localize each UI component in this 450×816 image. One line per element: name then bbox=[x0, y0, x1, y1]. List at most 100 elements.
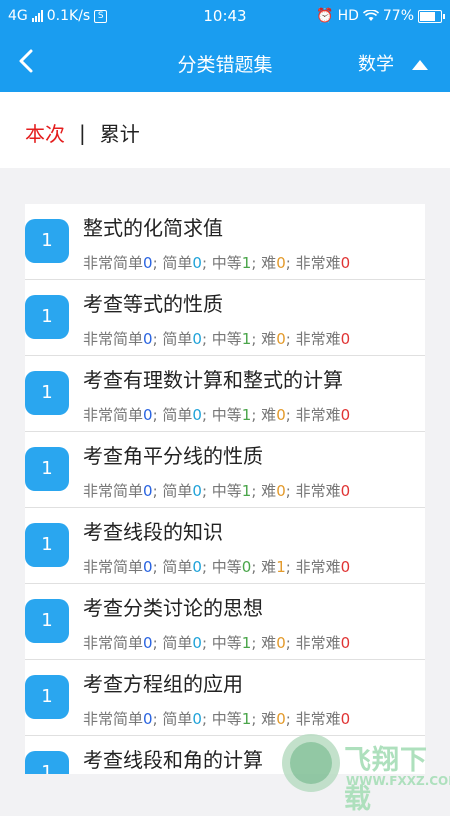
stat-label-easy: 简单 bbox=[162, 254, 193, 272]
list-item[interactable]: 1 考查方程组的应用 非常简单0; 简单0; 中等1; 难0; 非常难0 bbox=[25, 660, 425, 736]
stat-label-very-hard: 非常难 bbox=[295, 406, 341, 424]
stat-label-medium: 中等 bbox=[211, 330, 242, 348]
status-left: 4G 0.1K/s S bbox=[8, 8, 178, 24]
stat-value-medium: 1 bbox=[241, 254, 252, 272]
item-title: 考查有理数计算和整式的计算 bbox=[83, 368, 343, 392]
mistake-category-list: 1 整式的化简求值 非常简单0; 简单0; 中等1; 难0; 非常难0 1 考查等式的性… bbox=[25, 204, 425, 774]
stat-value-very-hard: 0 bbox=[340, 482, 351, 500]
stat-separator: ; bbox=[285, 330, 296, 348]
stat-label-very-easy: 非常简单 bbox=[83, 406, 144, 424]
stat-label-hard: 难 bbox=[261, 558, 277, 576]
stat-label-medium: 中等 bbox=[211, 634, 242, 652]
stat-label-easy: 简单 bbox=[162, 634, 193, 652]
status-right: ⏰ HD 77% bbox=[272, 8, 445, 24]
stat-label-medium: 中等 bbox=[211, 254, 242, 272]
network-type: 4G bbox=[8, 8, 28, 24]
status-time: 10:43 bbox=[203, 7, 247, 25]
stat-label-very-hard: 非常难 bbox=[295, 482, 341, 500]
stat-value-very-easy: 0 bbox=[143, 406, 153, 424]
stat-label-very-easy: 非常简单 bbox=[83, 634, 144, 652]
stat-label-very-easy: 非常简单 bbox=[83, 482, 144, 500]
stat-value-hard: 0 bbox=[276, 254, 286, 272]
stat-label-hard: 难 bbox=[261, 634, 277, 652]
stat-value-hard: 0 bbox=[276, 330, 286, 348]
stat-label-medium: 中等 bbox=[211, 406, 242, 424]
stat-value-hard: 0 bbox=[276, 634, 286, 652]
stat-label-very-easy: 非常简单 bbox=[83, 330, 144, 348]
stat-separator: ; bbox=[251, 406, 262, 424]
stat-label-medium: 中等 bbox=[211, 558, 242, 576]
stat-value-very-easy: 0 bbox=[143, 482, 153, 500]
count-badge: 1 bbox=[25, 371, 69, 415]
stat-label-easy: 简单 bbox=[162, 482, 193, 500]
list-item[interactable]: 1 考查角平分线的性质 非常简单0; 简单0; 中等1; 难0; 非常难0 bbox=[25, 432, 425, 508]
stat-value-very-easy: 0 bbox=[143, 710, 153, 728]
stat-label-very-hard: 非常难 bbox=[295, 558, 341, 576]
stat-value-hard: 0 bbox=[276, 406, 286, 424]
list-item[interactable]: 1 考查分类讨论的思想 非常简单0; 简单0; 中等1; 难0; 非常难0 bbox=[25, 584, 425, 660]
stat-value-very-hard: 0 bbox=[340, 406, 351, 424]
stat-label-hard: 难 bbox=[261, 482, 277, 500]
stat-separator: ; bbox=[251, 482, 262, 500]
stat-separator: ; bbox=[201, 558, 212, 576]
alarm-icon: ⏰ bbox=[316, 8, 334, 24]
stat-value-medium: 1 bbox=[241, 710, 252, 728]
list-item[interactable]: 1 考查等式的性质 非常简单0; 简单0; 中等1; 难0; 非常难0 bbox=[25, 280, 425, 356]
stat-separator: ; bbox=[285, 482, 296, 500]
stat-separator: ; bbox=[285, 254, 296, 272]
stat-value-easy: 0 bbox=[192, 710, 202, 728]
stat-separator: ; bbox=[201, 406, 212, 424]
list-item[interactable]: 1 考查有理数计算和整式的计算 非常简单0; 简单0; 中等1; 难0; 非常难0 bbox=[25, 356, 425, 432]
stat-separator: ; bbox=[201, 710, 212, 728]
notification-s-icon: S bbox=[94, 9, 108, 23]
stat-label-very-hard: 非常难 bbox=[295, 330, 341, 348]
stat-value-very-hard: 0 bbox=[340, 254, 351, 272]
watermark: 飞翔下载 WWW.FXXZ.COM bbox=[282, 734, 450, 815]
item-title: 考查分类讨论的思想 bbox=[83, 596, 263, 620]
stat-value-hard: 0 bbox=[276, 482, 286, 500]
stat-label-very-hard: 非常难 bbox=[295, 634, 341, 652]
stat-value-very-hard: 0 bbox=[340, 634, 351, 652]
tab-current[interactable]: 本次 bbox=[25, 118, 65, 147]
caret-up-icon[interactable] bbox=[412, 60, 428, 70]
stat-value-medium: 1 bbox=[241, 634, 252, 652]
item-title: 考查等式的性质 bbox=[83, 292, 223, 316]
stat-separator: ; bbox=[285, 558, 296, 576]
stat-value-easy: 0 bbox=[192, 634, 202, 652]
tab-bar: 本次 | 累计 bbox=[0, 92, 450, 168]
stat-label-medium: 中等 bbox=[211, 482, 242, 500]
stat-separator: ; bbox=[152, 330, 163, 348]
stat-label-very-easy: 非常简单 bbox=[83, 558, 144, 576]
battery-icon bbox=[418, 9, 445, 23]
stat-separator: ; bbox=[201, 634, 212, 652]
tab-cumulative[interactable]: 累计 bbox=[100, 118, 140, 147]
difficulty-stats: 非常简单0; 简单0; 中等1; 难0; 非常难0 bbox=[83, 252, 350, 273]
stat-separator: ; bbox=[152, 254, 163, 272]
stat-value-very-hard: 0 bbox=[340, 558, 351, 576]
stat-value-very-easy: 0 bbox=[143, 330, 153, 348]
stat-value-medium: 0 bbox=[241, 558, 252, 576]
list-item[interactable]: 1 整式的化简求值 非常简单0; 简单0; 中等1; 难0; 非常难0 bbox=[25, 204, 425, 280]
stat-value-medium: 1 bbox=[241, 330, 252, 348]
stat-value-easy: 0 bbox=[192, 406, 202, 424]
item-title: 考查线段的知识 bbox=[83, 520, 223, 544]
stat-label-hard: 难 bbox=[261, 254, 277, 272]
signal-icon bbox=[31, 10, 43, 22]
status-bar: 4G 0.1K/s S 10:43 ⏰ HD 77% bbox=[0, 0, 450, 32]
stat-label-hard: 难 bbox=[261, 330, 277, 348]
stat-separator: ; bbox=[152, 482, 163, 500]
difficulty-stats: 非常简单0; 简单0; 中等1; 难0; 非常难0 bbox=[83, 404, 350, 425]
difficulty-stats: 非常简单0; 简单0; 中等1; 难0; 非常难0 bbox=[83, 632, 350, 653]
stat-value-very-easy: 0 bbox=[143, 254, 153, 272]
count-badge: 1 bbox=[25, 599, 69, 643]
item-title: 考查角平分线的性质 bbox=[83, 444, 263, 468]
stat-label-medium: 中等 bbox=[211, 710, 242, 728]
stat-separator: ; bbox=[285, 634, 296, 652]
list-item[interactable]: 1 考查线段的知识 非常简单0; 简单0; 中等0; 难1; 非常难0 bbox=[25, 508, 425, 584]
stat-separator: ; bbox=[152, 558, 163, 576]
network-speed: 0.1K/s bbox=[46, 8, 91, 24]
subject-selector[interactable]: 数学 bbox=[358, 50, 394, 76]
stat-label-very-easy: 非常简单 bbox=[83, 710, 144, 728]
stat-separator: ; bbox=[251, 558, 262, 576]
stat-value-very-hard: 0 bbox=[340, 710, 351, 728]
